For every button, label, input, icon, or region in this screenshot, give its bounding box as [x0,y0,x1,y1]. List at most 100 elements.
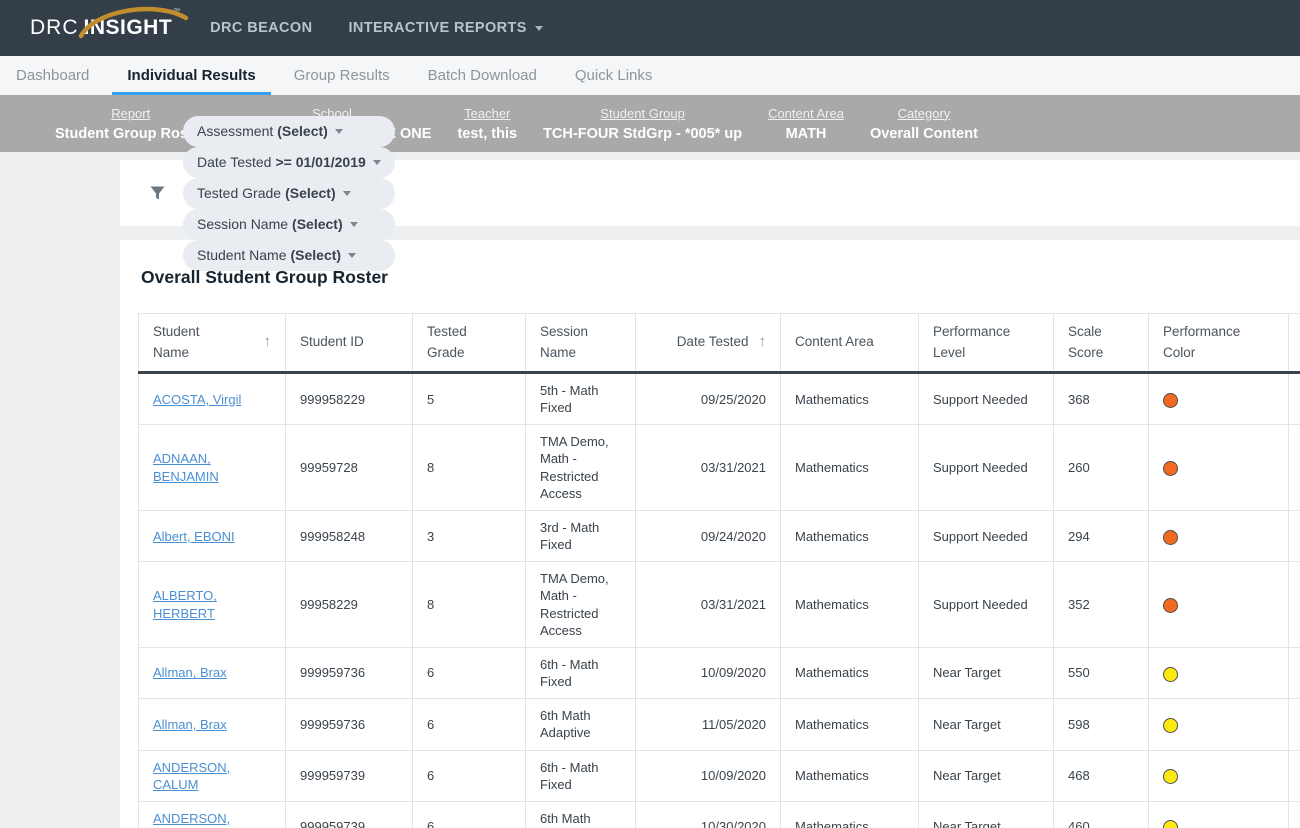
column-header-date-tested[interactable]: Date Tested↑ [636,314,781,373]
performance-color-dot-orange [1163,598,1178,613]
cell-student-id: 999959739 [286,801,413,828]
cell-scale-score: 598 [1054,699,1149,750]
nav-item-interactive-reports[interactable]: INTERACTIVE REPORTS [348,20,542,36]
tab-dashboard[interactable]: Dashboard [1,56,104,95]
column-header-student-id[interactable]: Student ID [286,314,413,373]
cell-stub [1289,373,1300,425]
filter-pill-session-name[interactable]: Session Name(Select) [183,209,395,240]
cell-student-id: 999959736 [286,647,413,698]
context-label-content-area[interactable]: Content Area [768,106,844,121]
table-row: ALBERTO, HERBERT999582298TMA Demo, Math … [139,562,1300,648]
cell-performance-color [1149,562,1289,648]
cell-content-area: Mathematics [781,699,919,750]
context-field-student-group: Student GroupTCH-FOUR StdGrp - *005* up [543,106,742,142]
cell-tested-grade: 5 [413,373,526,425]
column-header-label: Scale Score [1068,322,1103,363]
cell-tested-grade: 6 [413,699,526,750]
sort-asc-icon[interactable]: ↑ [264,331,272,354]
drc-insight-logo[interactable]: DRC INSIGHT™ [30,16,180,40]
column-header-performance-color[interactable]: Performance Color [1149,314,1289,373]
filter-pill-tested-grade[interactable]: Tested Grade(Select) [183,178,395,209]
cell-date-tested: 10/09/2020 [636,647,781,698]
context-label-student-group[interactable]: Student Group [600,106,685,121]
cell-scale-score: 460 [1054,801,1149,828]
column-header-content-area[interactable]: Content Area [781,314,919,373]
chevron-down-icon [350,222,358,227]
cell-content-area: Mathematics [781,425,919,511]
cell-session-name: 6th Math Adaptive [526,801,636,828]
performance-color-dot-yellow [1163,667,1178,682]
column-header-student-name[interactable]: Student Name↑ [139,314,286,373]
cell-date-tested: 09/25/2020 [636,373,781,425]
column-header-content: Date Tested↑ [650,331,766,354]
cell-performance-level: Support Needed [919,425,1054,511]
student-name-link[interactable]: Allman, Brax [153,665,227,680]
filter-pill-assessment[interactable]: Assessment(Select) [183,116,395,147]
student-name-link[interactable]: Albert, EBONI [153,529,235,544]
tab-batch-download[interactable]: Batch Download [413,56,552,95]
filter-funnel-icon [150,186,165,200]
filter-pill-value: (Select) [292,216,343,232]
cell-performance-level: Support Needed [919,510,1054,561]
cell-scale-score: 260 [1054,425,1149,511]
column-header-session-name[interactable]: Session Name [526,314,636,373]
cell-student-name: ADNAAN, BENJAMIN [139,425,286,511]
cell-scale-score: 368 [1054,373,1149,425]
cell-date-tested: 03/31/2021 [636,562,781,648]
column-header-label: Student ID [300,332,364,352]
context-label-category[interactable]: Category [898,106,951,121]
column-header-content: Tested Grade [427,322,511,363]
cell-scale-score: 352 [1054,562,1149,648]
filter-pill-date-tested[interactable]: Date Tested>= 01/01/2019 [183,147,395,178]
cell-content-area: Mathematics [781,801,919,828]
context-label-report[interactable]: Report [111,106,150,121]
context-field-category: Category Overall Content [870,106,978,142]
chevron-down-icon [535,26,543,31]
student-name-link[interactable]: Allman, Brax [153,717,227,732]
cell-student-name: Allman, Brax [139,647,286,698]
navbar-menu: DRC BEACON INTERACTIVE REPORTS [210,20,579,36]
student-name-link[interactable]: ADNAAN, BENJAMIN [153,451,219,483]
performance-color-dot-yellow [1163,820,1178,828]
report-panel: Overall Student Group Roster Student Nam… [120,240,1300,828]
tab-individual-results[interactable]: Individual Results [112,56,270,95]
column-header-content: Student Name↑ [153,322,271,363]
roster-table: Student Name↑ Student ID Tested Grade Sessi… [138,313,1300,828]
nav-item-drc-beacon[interactable]: DRC BEACON [210,20,312,36]
context-label-teacher[interactable]: Teacher [464,106,510,121]
cell-stub [1289,510,1300,561]
cell-performance-level: Near Target [919,750,1054,801]
table-row: Albert, EBONI99995824833rd - Math Fixed0… [139,510,1300,561]
student-name-link[interactable]: ACOSTA, Virgil [153,392,241,407]
cell-date-tested: 10/09/2020 [636,750,781,801]
nav-item-label: DRC BEACON [210,20,312,36]
filter-pill-student-name[interactable]: Student Name(Select) [183,240,395,271]
column-header-performance-level[interactable]: Performance Level [919,314,1054,373]
cell-performance-color [1149,750,1289,801]
tab-group-results[interactable]: Group Results [279,56,405,95]
student-name-link[interactable]: ANDERSON, CALUM [153,811,230,828]
student-name-link[interactable]: ALBERTO, HERBERT [153,588,217,620]
context-value-category: Overall Content [870,126,978,142]
column-header-label: Performance Level [933,322,1010,363]
sort-asc-icon[interactable]: ↑ [759,331,767,354]
table-row: ACOSTA, Virgil99995822955th - Math Fixed… [139,373,1300,425]
table-row: Allman, Brax99995973666th - Math Fixed10… [139,647,1300,698]
cell-session-name: 3rd - Math Fixed [526,510,636,561]
cell-student-name: Allman, Brax [139,699,286,750]
column-header-content: Performance Color [1163,322,1274,363]
performance-color-dot-yellow [1163,718,1178,733]
column-header-content: Student ID [300,332,398,352]
cell-stub [1289,801,1300,828]
cell-performance-level: Support Needed [919,562,1054,648]
filter-pill-value: (Select) [285,185,336,201]
tab-quick-links[interactable]: Quick Links [560,56,668,95]
student-name-link[interactable]: ANDERSON, CALUM [153,760,230,792]
column-header-scale-score[interactable]: Scale Score [1054,314,1149,373]
cell-performance-color [1149,801,1289,828]
cell-tested-grade: 8 [413,562,526,648]
table-header-row: Student Name↑ Student ID Tested Grade Sessi… [139,314,1300,373]
cell-date-tested: 03/31/2021 [636,425,781,511]
column-header-tested-grade[interactable]: Tested Grade [413,314,526,373]
cell-performance-level: Near Target [919,699,1054,750]
